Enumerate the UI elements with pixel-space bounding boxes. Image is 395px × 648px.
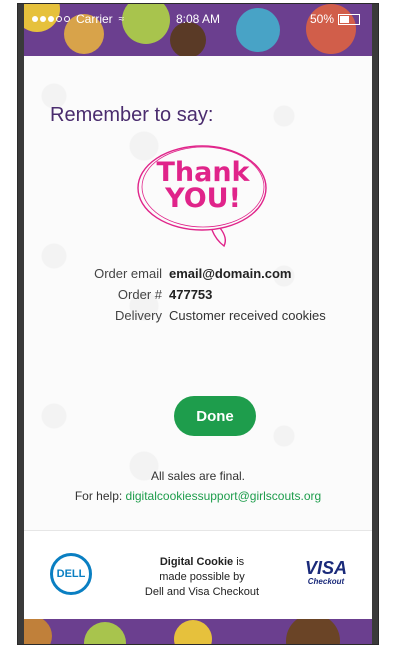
thank-you-graphic: Thank YOU! — [132, 140, 274, 250]
cookie-decoration — [174, 620, 212, 644]
wifi-icon: ≈ — [118, 13, 125, 25]
delivery-row: Delivery Customer received cookies — [24, 308, 372, 326]
delivery-value: Customer received cookies — [169, 308, 326, 323]
signal-dot — [48, 16, 54, 22]
cookie-decoration — [84, 622, 126, 644]
phone-frame: Carrier ≈ 8:08 AM 50% Remember to say: T… — [18, 4, 378, 644]
battery-percent: 50% — [309, 12, 334, 26]
order-email-label: Order email — [94, 266, 162, 281]
signal-dot — [32, 16, 38, 22]
confirmation-card: Remember to say: Thank YOU! Order email … — [24, 56, 372, 619]
order-number-label: Order # — [117, 287, 162, 302]
signal-dot — [40, 16, 46, 22]
sponsor-line-2: made possible by — [159, 571, 245, 583]
checkout-wordmark: Checkout — [307, 577, 345, 586]
status-right: 50% — [310, 12, 360, 26]
visa-wordmark: VISA — [304, 558, 347, 578]
status-time: 8:08 AM — [176, 12, 221, 26]
sponsor-footer: DELL Digital Cookie is made possible by … — [24, 530, 372, 619]
screen: Carrier ≈ 8:08 AM 50% Remember to say: T… — [24, 4, 372, 644]
signal-icon — [32, 16, 70, 22]
order-email-row: Order email email@domain.com — [24, 266, 372, 284]
final-sale-note: All sales are final. — [150, 469, 246, 483]
sponsor-text: Digital Cookie is made possible by Dell … — [132, 555, 272, 600]
delivery-label: Delivery — [115, 308, 162, 323]
battery-icon — [338, 13, 360, 25]
status-left: Carrier ≈ — [32, 12, 124, 26]
order-number-value: 477753 — [169, 287, 213, 302]
page-title: Remember to say: — [50, 104, 214, 126]
support-email-link[interactable]: digitalcookiessupport@girlscouts.org — [126, 489, 322, 503]
carrier-label: Carrier — [76, 12, 113, 26]
signal-dot — [56, 16, 62, 22]
thank-you-text: Thank YOU! — [132, 159, 274, 214]
signal-dot — [64, 16, 70, 22]
status-bar: Carrier ≈ 8:08 AM 50% — [24, 4, 372, 34]
sponsor-line-3: Dell and Visa Checkout — [144, 586, 260, 598]
visa-checkout-logo: VISA Checkout — [296, 559, 356, 586]
brand-suffix: is — [233, 556, 245, 568]
dell-logo: DELL — [50, 553, 92, 595]
order-number-row: Order # 477753 — [24, 287, 372, 305]
help-prefix: For help: — [74, 489, 123, 503]
done-button[interactable]: Done — [174, 396, 256, 436]
cookie-decoration — [24, 616, 52, 644]
help-line: For help: digitalcookiessupport@girlscou… — [24, 489, 372, 503]
you-line: YOU! — [165, 183, 241, 214]
battery-fill — [340, 15, 349, 23]
order-email-value: email@domain.com — [169, 266, 292, 281]
brand-name: Digital Cookie — [159, 556, 234, 568]
